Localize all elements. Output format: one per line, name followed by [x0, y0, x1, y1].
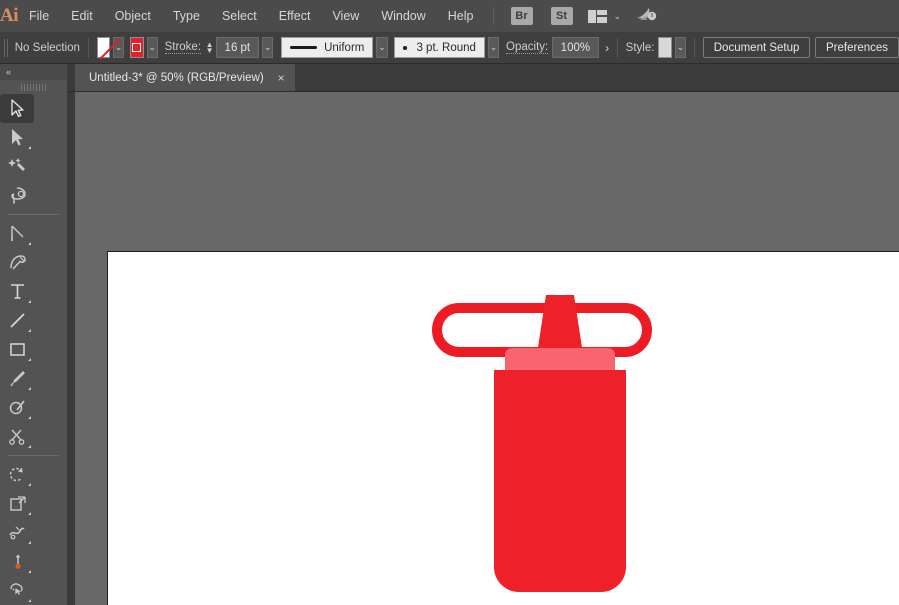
extinguisher-body-shoulder — [494, 370, 626, 410]
tools-panel-grip[interactable] — [0, 80, 67, 94]
document-tab-title: Untitled-3* @ 50% (RGB/Preview) — [89, 72, 264, 84]
paintbrush-tool[interactable] — [0, 364, 34, 393]
tool-flyout-indicator — [28, 570, 31, 573]
menu-bar-tools: Br St ⌄ — [485, 6, 899, 27]
tool-flyout-indicator — [28, 483, 31, 486]
stroke-weight-dropdown[interactable]: ⌄ — [262, 37, 273, 58]
tool-flyout-indicator — [28, 329, 31, 332]
rocket-icon[interactable] — [635, 6, 657, 27]
tool-flyout-indicator — [28, 541, 31, 544]
control-bar: No Selection ⌄ ⌄ Stroke: ▲▼ 16 pt ⌄ Unif… — [0, 32, 899, 64]
stroke-weight-input[interactable]: 16 pt — [216, 37, 260, 58]
chevron-down-icon[interactable]: ⌄ — [614, 11, 622, 22]
tool-group-selection — [0, 94, 67, 210]
toolbar-divider — [8, 214, 59, 215]
brush-definition-dropdown[interactable]: ⌄ — [488, 37, 499, 58]
shaper-tool[interactable] — [0, 393, 34, 422]
tools-panel-header: « — [0, 64, 67, 80]
tool-flyout-indicator — [28, 387, 31, 390]
canvas-area[interactable] — [68, 92, 899, 605]
tool-flyout-indicator — [28, 242, 31, 245]
stroke-label[interactable]: Stroke: — [165, 41, 201, 54]
app-logo: Ai — [0, 0, 18, 32]
stroke-profile-value: Uniform — [324, 42, 364, 54]
divider — [617, 38, 618, 58]
tool-group-drawing — [0, 219, 67, 451]
direct-selection-tool[interactable] — [0, 123, 34, 152]
menu-view[interactable]: View — [321, 5, 370, 27]
divider — [88, 38, 89, 58]
brush-definition-value: 3 pt. Round — [416, 42, 475, 54]
stroke-weight-stepper[interactable]: ▲▼ — [206, 42, 214, 54]
menu-bar: Ai File Edit Object Type Select Effect V… — [0, 0, 899, 32]
free-transform-tool[interactable] — [0, 547, 34, 576]
tool-flyout-indicator — [28, 599, 31, 602]
menu-window[interactable]: Window — [370, 5, 436, 27]
stroke-dropdown[interactable]: ⌄ — [147, 37, 158, 58]
menu-help[interactable]: Help — [437, 5, 485, 27]
document-tab[interactable]: Untitled-3* @ 50% (RGB/Preview) × — [75, 64, 295, 91]
fill-swatch[interactable] — [97, 37, 111, 58]
width-tool[interactable] — [0, 518, 34, 547]
document-tab-bar: Untitled-3* @ 50% (RGB/Preview) × — [68, 64, 899, 92]
brush-dot-icon — [403, 46, 407, 50]
style-label: Style: — [626, 42, 655, 54]
tool-flyout-indicator — [28, 445, 31, 448]
arrange-documents-icon[interactable] — [588, 10, 607, 23]
tool-flyout-indicator — [28, 146, 31, 149]
scale-tool[interactable] — [0, 489, 34, 518]
fire-extinguisher-illustration[interactable] — [68, 92, 899, 605]
control-bar-grip[interactable] — [4, 39, 10, 57]
pen-tool[interactable] — [0, 219, 34, 248]
lasso-tool[interactable] — [0, 181, 34, 210]
opacity-input[interactable]: 100% — [552, 37, 599, 58]
opacity-label[interactable]: Opacity: — [506, 41, 548, 54]
rectangle-tool[interactable] — [0, 335, 34, 364]
document-setup-button[interactable]: Document Setup — [703, 37, 811, 58]
type-tool[interactable] — [0, 277, 34, 306]
graphic-style-dropdown[interactable]: ⌄ — [675, 37, 686, 58]
toolbar-divider — [8, 455, 59, 456]
tool-flyout-indicator — [28, 416, 31, 419]
preferences-button[interactable]: Preferences — [815, 37, 899, 58]
stroke-swatch[interactable] — [130, 37, 144, 58]
opacity-options-arrow[interactable]: › — [605, 41, 609, 55]
scissors-tool[interactable] — [0, 422, 34, 451]
menu-file[interactable]: File — [18, 5, 60, 27]
menu-divider — [493, 7, 494, 25]
menu-type[interactable]: Type — [162, 5, 211, 27]
curvature-tool[interactable] — [0, 248, 34, 277]
shape-builder-tool[interactable] — [0, 576, 34, 605]
stroke-profile-dropdown[interactable]: ⌄ — [376, 37, 387, 58]
bridge-button[interactable]: Br — [511, 7, 533, 25]
menu-edit[interactable]: Edit — [60, 5, 104, 27]
tool-flyout-indicator — [28, 512, 31, 515]
stroke-profile-select[interactable]: Uniform — [281, 37, 373, 58]
tool-group-transform — [0, 460, 67, 605]
tools-panel: « — [0, 64, 68, 605]
menu-effect[interactable]: Effect — [268, 5, 322, 27]
tool-flyout-indicator — [28, 300, 31, 303]
menu-select[interactable]: Select — [211, 5, 268, 27]
selection-status: No Selection — [15, 42, 80, 54]
rotate-tool[interactable] — [0, 460, 34, 489]
stock-button[interactable]: St — [551, 7, 573, 25]
collapse-panel-icon[interactable]: « — [6, 67, 10, 77]
close-icon[interactable]: × — [278, 72, 285, 84]
menu-object[interactable]: Object — [104, 5, 162, 27]
line-segment-tool[interactable] — [0, 306, 34, 335]
uniform-profile-icon — [290, 46, 317, 49]
divider — [694, 38, 695, 58]
selection-tool[interactable] — [0, 94, 34, 123]
tool-flyout-indicator — [28, 358, 31, 361]
brush-definition-select[interactable]: 3 pt. Round — [394, 37, 484, 58]
magic-wand-tool[interactable] — [0, 152, 34, 181]
graphic-style-swatch[interactable] — [658, 37, 672, 58]
illustrator-window: Ai File Edit Object Type Select Effect V… — [0, 0, 899, 605]
